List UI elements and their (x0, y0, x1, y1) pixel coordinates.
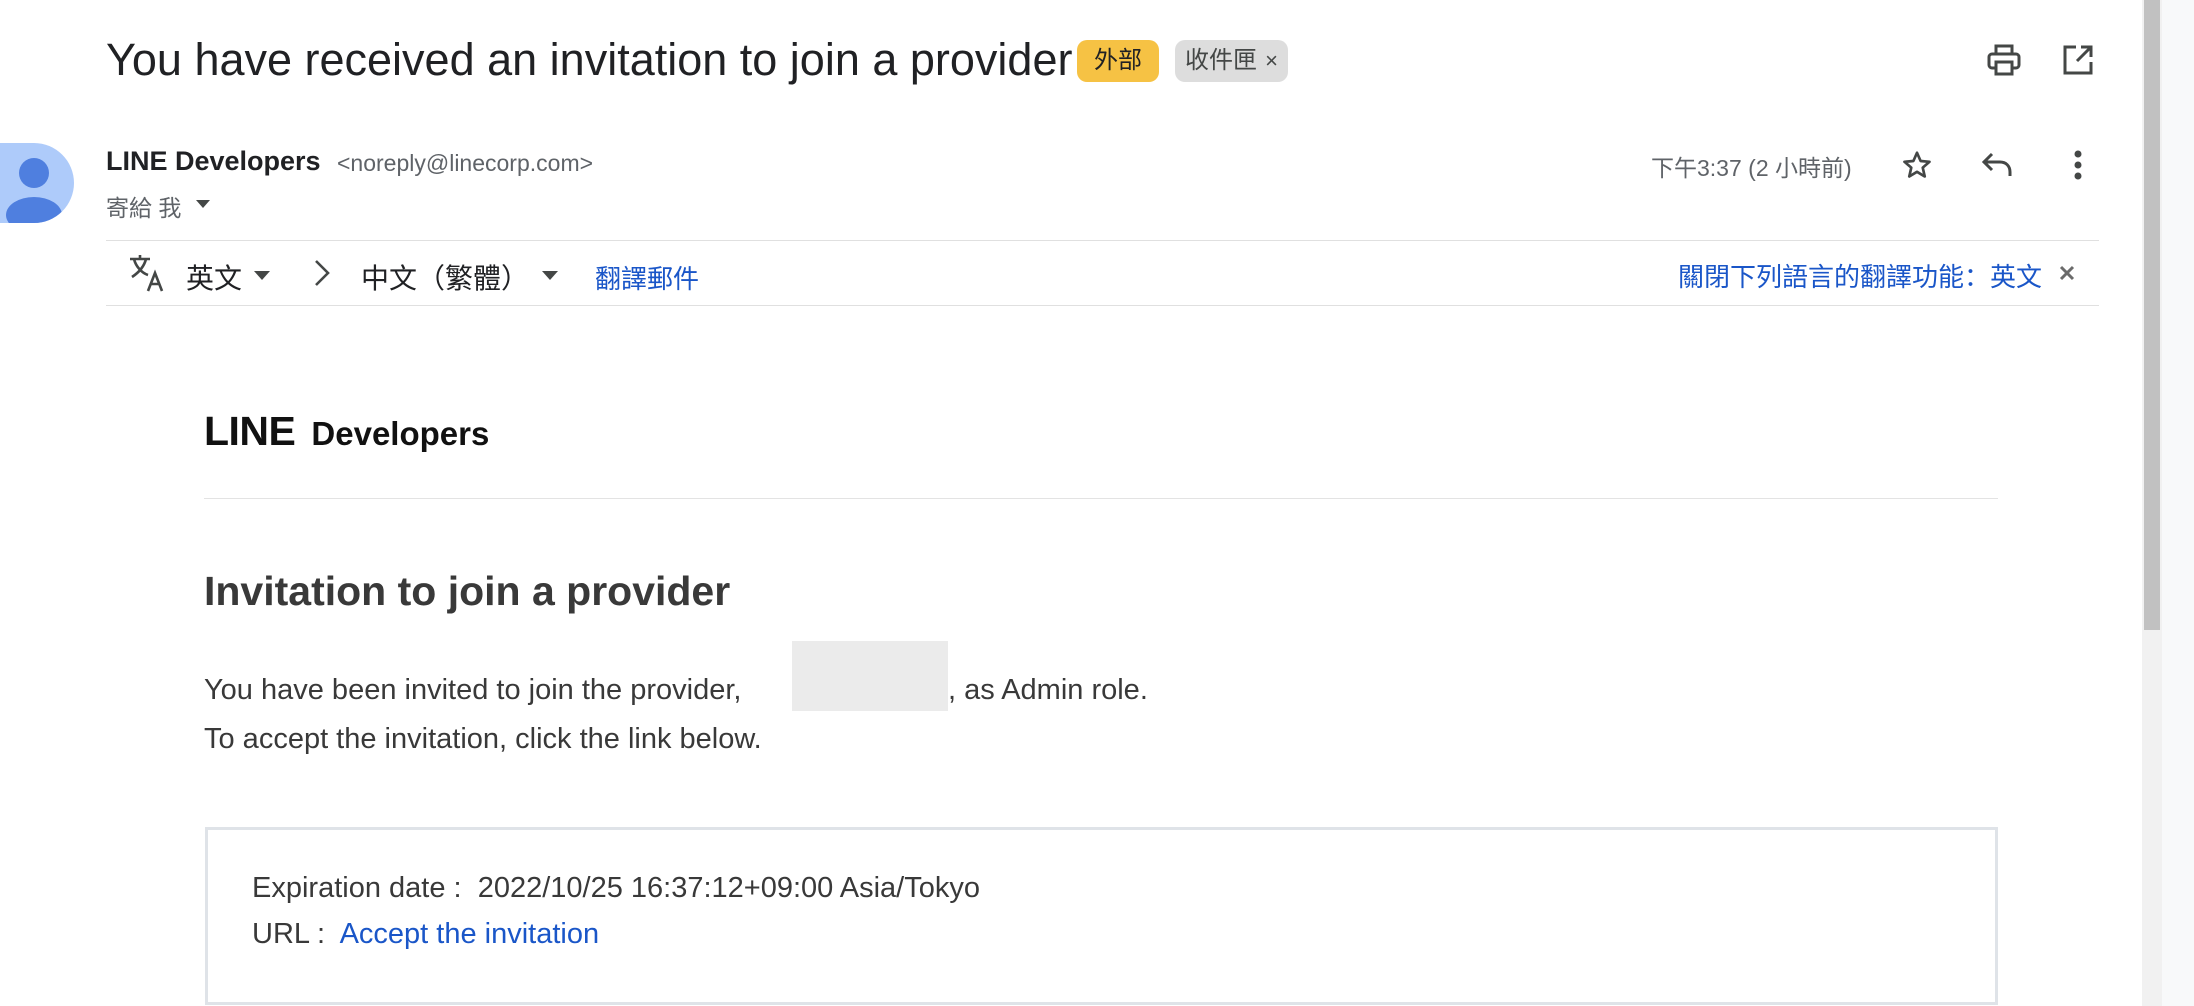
invite-text-part1: You have been invited to join the provid… (204, 674, 742, 706)
chevron-down-icon[interactable] (196, 200, 210, 208)
line-developers-logo: LINE Developers (204, 408, 489, 455)
turn-off-translation-link[interactable]: 關閉下列語言的翻譯功能：英文 (1678, 257, 2042, 294)
message-time: 下午3:37 (2 小時前) (1651, 155, 1852, 181)
email-subject: You have received an invitation to join … (106, 34, 1073, 85)
label-external: 外部 (1077, 40, 1159, 82)
logo-developers-text: Developers (311, 415, 490, 452)
invite-text-part2: , as Admin role. (948, 674, 1148, 706)
arrow-right-icon (314, 259, 330, 287)
accept-invitation-link[interactable]: Accept the invitation (340, 918, 600, 950)
expiration-label: Expiration date : (252, 872, 462, 904)
invitation-info-box: Expiration date : 2022/10/25 16:37:12+09… (205, 827, 1998, 1005)
avatar[interactable] (0, 143, 74, 223)
label-inbox-text: 收件匣 (1185, 47, 1257, 74)
source-language-select[interactable]: 英文 (186, 257, 242, 297)
translate-bar: 英文 中文（繁體） 翻譯郵件 關閉下列語言的翻譯功能：英文 (106, 240, 2099, 306)
chevron-down-icon[interactable] (542, 271, 558, 280)
invitation-heading: Invitation to join a provider (204, 568, 731, 614)
print-icon[interactable] (1980, 36, 2028, 84)
url-row: URL : Accept the invitation (252, 918, 599, 951)
divider (204, 498, 1998, 499)
close-icon[interactable] (2059, 265, 2075, 281)
redacted-provider-name (792, 641, 948, 711)
sender-name[interactable]: LINE Developers (106, 146, 321, 177)
url-label: URL : (252, 918, 326, 950)
reply-icon[interactable] (1973, 141, 2021, 189)
logo-line-text: LINE (204, 408, 296, 454)
expiration-row: Expiration date : 2022/10/25 16:37:12+09… (252, 872, 980, 905)
translate-icon (128, 253, 166, 293)
scrollbar-thumb[interactable] (2144, 0, 2160, 630)
label-inbox[interactable]: 收件匣 × (1175, 40, 1288, 82)
side-panel-strip (2162, 0, 2194, 1006)
chevron-down-icon[interactable] (254, 271, 270, 280)
target-language-select[interactable]: 中文（繁體） (361, 257, 529, 297)
star-icon[interactable] (1893, 141, 1941, 189)
expiration-value: 2022/10/25 16:37:12+09:00 Asia/Tokyo (477, 872, 980, 904)
recipient-details[interactable]: 寄給 我 (106, 189, 181, 223)
more-vert-icon[interactable] (2054, 141, 2102, 189)
sender-email: <noreply@linecorp.com> (337, 150, 594, 176)
accept-instructions: To accept the invitation, click the link… (204, 723, 762, 755)
translate-message-link[interactable]: 翻譯郵件 (595, 259, 699, 296)
open-in-new-window-icon[interactable] (2054, 36, 2102, 84)
remove-label-icon[interactable]: × (1265, 40, 1278, 82)
